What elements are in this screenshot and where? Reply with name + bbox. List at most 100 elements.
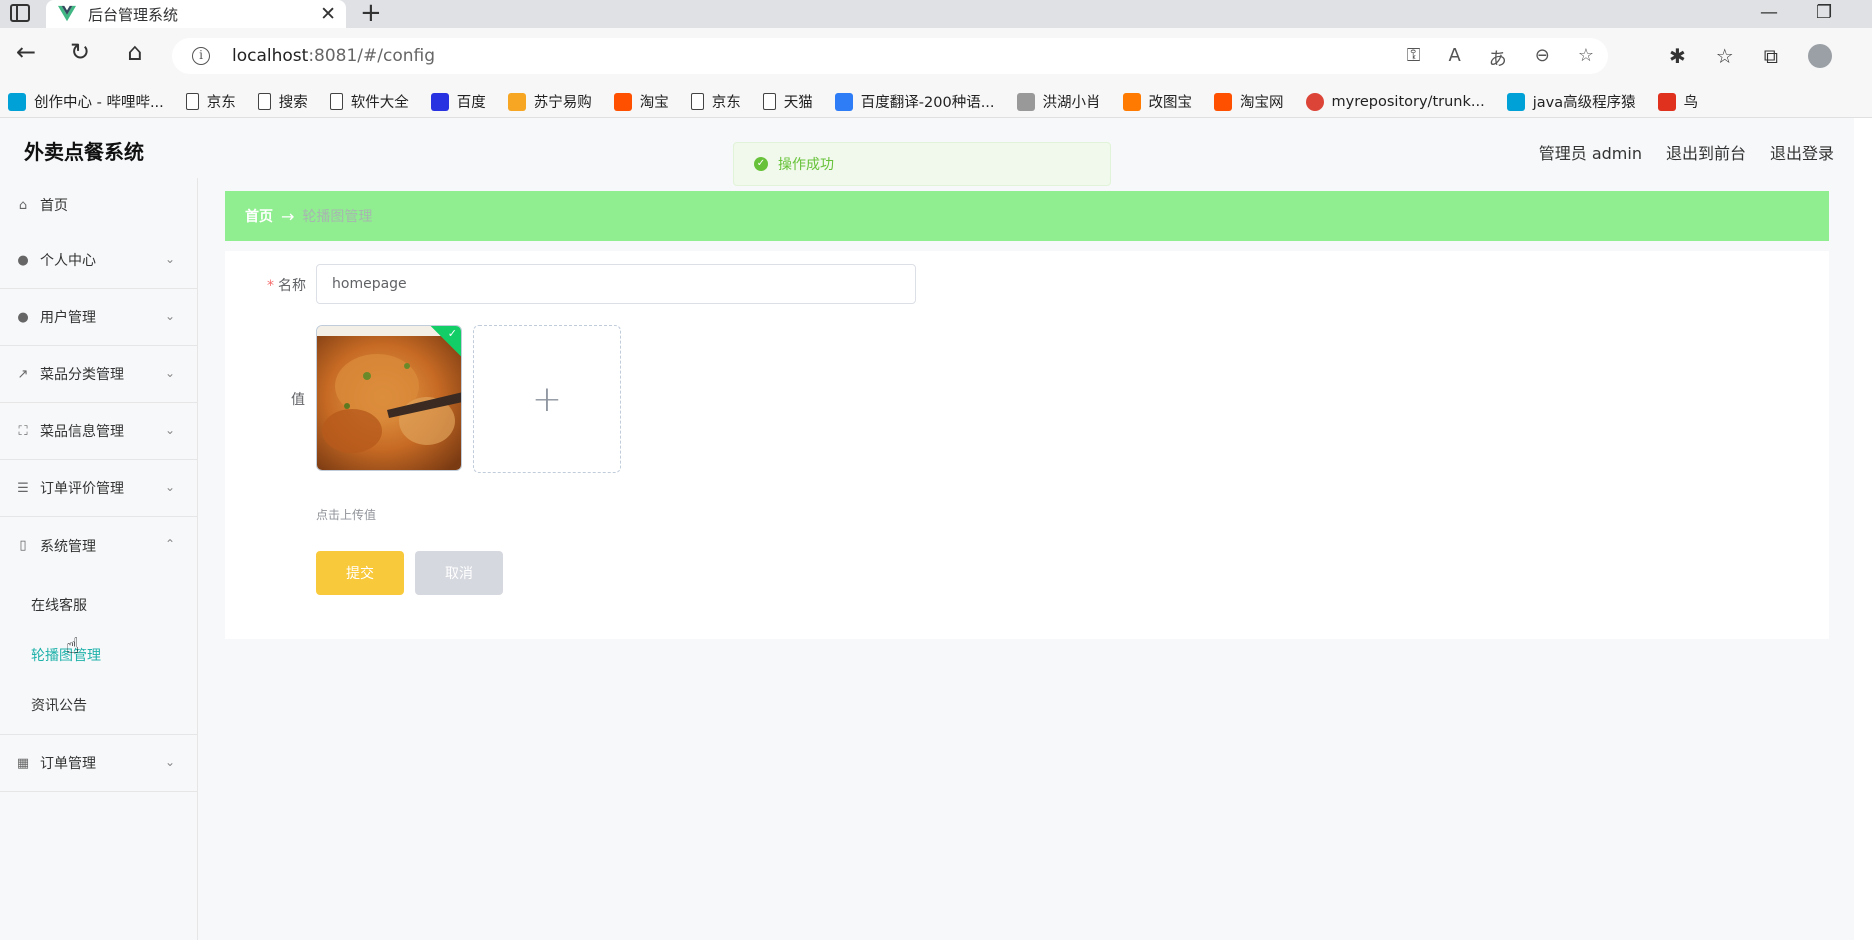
profile-avatar-icon[interactable] <box>1808 44 1832 68</box>
bookmark-label: 洪湖小肖 <box>1042 95 1101 111</box>
bookmark-item[interactable]: 淘宝网 <box>1214 91 1284 112</box>
fried-tofu-image <box>317 326 461 470</box>
bookmark-item[interactable]: 京东 <box>690 91 741 112</box>
name-input[interactable]: homepage <box>316 264 916 304</box>
bookmark-item[interactable]: 苏宁易购 <box>507 91 592 112</box>
sidebar-subitem-carousel[interactable]: 轮播图管理 <box>0 630 197 680</box>
refresh-icon[interactable]: ↻ <box>62 38 98 66</box>
bookmark-item[interactable]: 鸟 <box>1657 91 1699 112</box>
bookmark-item[interactable]: 洪湖小肖 <box>1016 91 1101 112</box>
suning-icon <box>507 92 526 111</box>
sidebar-item-users[interactable]: ● 用户管理 ⌄ <box>0 289 197 346</box>
address-bar[interactable]: i localhost:8081/#/config ⚿ A あ ⊖ ☆ <box>172 38 1608 74</box>
translate-icon <box>834 92 853 111</box>
uploaded-image-thumbnail[interactable]: ✓ <box>316 325 462 471</box>
sidebar-item-order-review[interactable]: ☰ 订单评价管理 ⌄ <box>0 460 197 517</box>
required-mark: * <box>267 278 274 294</box>
sidebar-subitem-news[interactable]: 资讯公告 <box>0 680 197 730</box>
bookmark-label: 淘宝网 <box>1240 95 1284 111</box>
config-form: * 名称 homepage 值 ✓ + 点击上传值 提交 取消 <box>225 251 1829 639</box>
sidebar-item-label: 菜品分类管理 <box>40 367 124 383</box>
bookmark-item[interactable]: 搜索 <box>257 91 308 112</box>
chrome-icon <box>1305 92 1324 111</box>
sidebar-item-dish-info[interactable]: ⛶ 菜品信息管理 ⌄ <box>0 403 197 460</box>
bookmark-item[interactable]: 京东 <box>185 91 236 112</box>
microphone-icon: ▯ <box>19 538 27 553</box>
bookmark-item[interactable]: 天猫 <box>762 91 813 112</box>
back-icon[interactable]: ← <box>8 38 44 66</box>
add-favorite-icon[interactable]: ☆ <box>1578 45 1594 71</box>
doc-icon <box>762 93 776 110</box>
doc-icon <box>690 93 704 110</box>
breadcrumb-home[interactable]: 首页 <box>245 206 273 226</box>
sidebar-item-label: 系统管理 <box>40 538 96 555</box>
chevron-down-icon: ⌄ <box>164 252 175 266</box>
collections-icon[interactable]: ⧉ <box>1764 44 1778 68</box>
sidebar-subitem-customer-service[interactable]: 在线客服 <box>0 580 197 630</box>
site-info-icon[interactable]: i <box>192 47 210 65</box>
logout-link[interactable]: 退出登录 <box>1770 140 1834 164</box>
bookmark-item[interactable]: 软件大全 <box>329 91 409 112</box>
extensions-icon[interactable]: ✱ <box>1669 44 1686 68</box>
sidebar-item-dish-category[interactable]: ↗ 菜品分类管理 ⌄ <box>0 346 197 403</box>
tab-close-icon[interactable]: ✕ <box>320 3 336 25</box>
sidebar-item-personal[interactable]: ● 个人中心 ⌄ <box>0 232 197 289</box>
bookmark-item[interactable]: 改图宝 <box>1122 91 1192 112</box>
bookmark-label: 京东 <box>711 95 741 111</box>
minimize-icon[interactable]: — <box>1760 2 1778 23</box>
breadcrumb: 首页 → 轮播图管理 <box>225 191 1829 241</box>
admin-user-link[interactable]: 管理员 admin <box>1539 140 1642 164</box>
sidebar-item-label: 用户管理 <box>40 310 96 326</box>
favorites-icon[interactable]: ☆ <box>1716 44 1734 68</box>
bookmark-label: 京东 <box>206 95 236 111</box>
bookmark-item[interactable]: java高级程序猿 <box>1506 91 1636 112</box>
bookmark-item[interactable]: 淘宝 <box>613 91 669 112</box>
sidebar-item-label: 首页 <box>40 198 68 214</box>
mouse-cursor-icon: ☝ <box>66 634 80 659</box>
value-label: 值 <box>291 392 305 408</box>
breadcrumb-arrow-icon: → <box>281 206 295 226</box>
url-text[interactable]: localhost:8081/#/config <box>232 46 435 66</box>
bookmark-item[interactable]: 百度翻译-200种语... <box>834 91 995 112</box>
breadcrumb-current: 轮播图管理 <box>302 209 373 225</box>
upload-hint: 点击上传值 <box>316 508 377 522</box>
bookmark-label: 鸟 <box>1683 95 1699 111</box>
restore-icon[interactable]: ❐ <box>1816 2 1832 23</box>
bird-icon <box>1016 92 1035 111</box>
bookmark-item[interactable]: 创作中心 - 哔哩哔... <box>8 91 164 112</box>
brand-title: 外卖点餐系统 <box>24 140 144 164</box>
browser-tab-bar: 后台管理系统 ✕ + — ❐ <box>0 0 1872 28</box>
bookmark-item[interactable]: 百度 <box>430 91 486 112</box>
sidebar-item-system[interactable]: ▯ 系统管理 ⌃ <box>0 517 197 574</box>
sidebar-item-orders[interactable]: ▦ 订单管理 ⌄ <box>0 735 197 792</box>
chevron-down-icon: ⌄ <box>164 423 175 437</box>
read-aloud-icon[interactable]: A <box>1448 45 1460 71</box>
home-icon[interactable]: ⌂ <box>117 38 153 66</box>
sidebar-item-label: 订单管理 <box>40 756 96 772</box>
bookmark-label: 淘宝 <box>639 95 669 111</box>
grid-icon: ▦ <box>16 755 30 771</box>
bilibili-icon <box>8 92 26 111</box>
sidebar-item-label: 个人中心 <box>40 253 96 269</box>
new-tab-button[interactable]: + <box>360 0 382 26</box>
user-icon: ● <box>17 309 29 325</box>
translate-icon[interactable]: あ <box>1489 45 1507 71</box>
front-page-link[interactable]: 退出到前台 <box>1666 140 1746 164</box>
taobao-icon <box>613 92 632 111</box>
cancel-button[interactable]: 取消 <box>415 551 503 595</box>
tab-actions-icon[interactable] <box>10 4 30 22</box>
user-icon: ● <box>17 252 29 268</box>
upload-add-button[interactable]: + <box>473 325 621 473</box>
browser-tab[interactable]: 后台管理系统 ✕ <box>46 0 346 28</box>
bookmark-label: myrepository/trunk... <box>1331 93 1485 110</box>
page-scrollbar[interactable] <box>1854 118 1872 940</box>
browser-toolbar: ← ↻ ⌂ i localhost:8081/#/config ⚿ A あ ⊖ … <box>0 28 1872 86</box>
sidebar-item-home[interactable]: ⌂ 首页 <box>0 178 197 232</box>
vue-logo-icon <box>58 5 76 22</box>
key-icon[interactable]: ⚿ <box>1407 45 1421 71</box>
chevron-up-icon: ⌃ <box>164 537 175 551</box>
zoom-out-icon[interactable]: ⊖ <box>1535 45 1550 71</box>
bookmark-item[interactable]: myrepository/trunk... <box>1305 92 1485 111</box>
submit-button[interactable]: 提交 <box>316 551 404 595</box>
frame-icon: ⛶ <box>18 423 28 439</box>
